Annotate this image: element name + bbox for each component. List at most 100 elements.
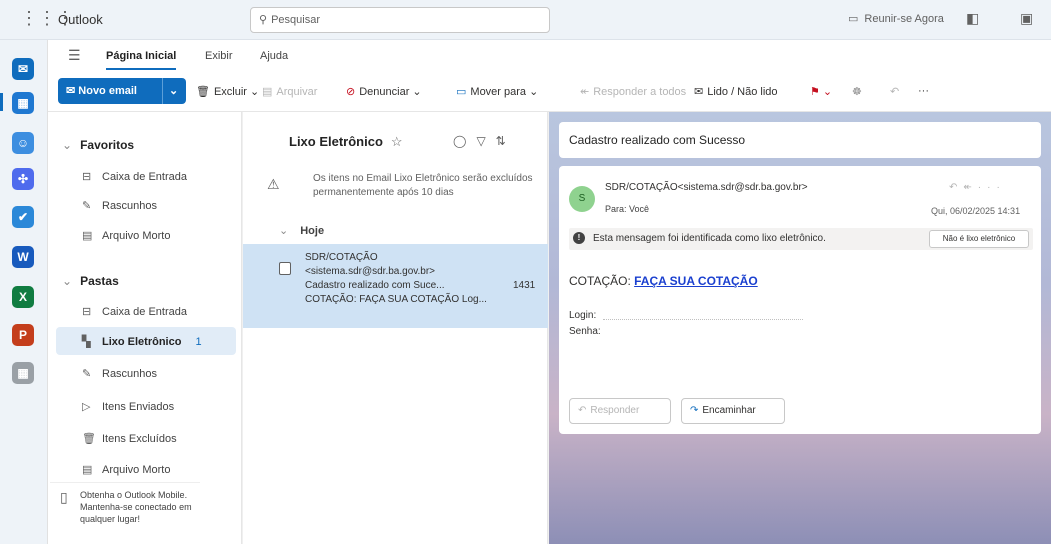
folders-header[interactable]: ⌄ Pastas — [62, 274, 119, 288]
forward-button[interactable]: ↷ Encaminhar — [681, 398, 785, 424]
todo-icon[interactable]: ✔ — [12, 206, 34, 228]
move-to-button[interactable]: ▭ Mover para ⌄ — [456, 85, 538, 98]
fav-inbox-label: Caixa de Entrada — [102, 171, 187, 183]
message-checkbox[interactable] — [279, 262, 291, 275]
favorites-header[interactable]: ⌄ Favoritos — [62, 138, 134, 152]
chevron-down-icon: ⌄ — [62, 138, 73, 152]
folder-archive-label: Arquivo Morto — [102, 464, 171, 476]
new-email-icon: ✉ — [66, 85, 76, 97]
email-date: Qui, 06/02/2025 14:31 — [931, 206, 1021, 216]
password-label: Senha: — [569, 326, 601, 337]
archive-icon: ▤ — [82, 230, 93, 242]
tab-view[interactable]: Exibir — [205, 50, 233, 62]
quote-link[interactable]: FAÇA SUA COTAÇÃO — [634, 274, 758, 288]
chevron-down-icon: ⌄ — [62, 274, 73, 288]
email-card: S SDR/COTAÇÃO<sistema.sdr@sdr.ba.gov.br>… — [559, 166, 1041, 434]
group-header-today[interactable]: ⌄ Hoje — [279, 224, 324, 237]
reply-icon[interactable]: ↶ — [949, 182, 963, 193]
email-sender[interactable]: SDR/COTAÇÃO<sistema.sdr@sdr.ba.gov.br> — [605, 182, 808, 193]
list-tools: ◯▽⇅ — [453, 134, 516, 148]
body-prefix: COTAÇÃO: — [569, 274, 631, 288]
powerpoint-icon[interactable]: P — [12, 324, 34, 346]
folder-sent[interactable]: ▷ Itens Enviados — [82, 400, 174, 413]
folder-inbox[interactable]: ⊟ Caixa de Entrada — [82, 305, 187, 318]
more-options-icon[interactable]: ··· — [918, 85, 929, 97]
star-icon[interactable]: ☆ — [391, 134, 403, 149]
mail-icon[interactable]: ✉ — [12, 58, 34, 80]
message-item[interactable]: SDR/COTAÇÃO <sistema.sdr@sdr.ba.gov.br> … — [243, 244, 548, 328]
folder-archive[interactable]: ▤ Arquivo Morto — [82, 463, 170, 476]
word-icon[interactable]: W — [12, 246, 34, 268]
tab-home[interactable]: Página Inicial — [106, 50, 177, 70]
search-placeholder: Pesquisar — [271, 14, 320, 26]
email-recipient: Para: Você — [605, 204, 650, 214]
meet-now-label: Reunir-se Agora — [864, 13, 944, 25]
folder-drafts[interactable]: ✎ Rascunhos — [82, 367, 157, 380]
login-value-line — [603, 319, 803, 320]
report-icon: ⊘ — [346, 86, 356, 98]
reply-all-button[interactable]: ↞ Responder a todos — [580, 85, 686, 98]
junk-icon: ▚ — [82, 336, 91, 348]
tab-help[interactable]: Ajuda — [260, 50, 288, 62]
reply-all-icon[interactable]: ↞ — [963, 182, 977, 193]
reply-label: Responder — [590, 405, 640, 416]
fav-drafts-label: Rascunhos — [102, 200, 158, 212]
promo-text: Obtenha o Outlook Mobile. Mantenha-se co… — [80, 490, 192, 524]
fav-archive[interactable]: ▤ Arquivo Morto — [82, 229, 170, 242]
list-title-label: Lixo Eletrônico — [289, 134, 383, 149]
folder-inbox-label: Caixa de Entrada — [102, 306, 187, 318]
not-junk-button[interactable]: Não é lixo eletrônico — [929, 230, 1029, 248]
flag-button[interactable]: ⚑ ⌄ — [810, 85, 832, 98]
archive-icon: ▤ — [262, 86, 273, 98]
reply-all-label: Responder a todos — [593, 86, 687, 98]
trash-icon: 🗑 — [82, 433, 96, 445]
bug-icon[interactable]: ☸ — [852, 85, 862, 98]
folder-deleted-label: Itens Excluídos — [102, 433, 177, 445]
warning-icon: ⚠ — [267, 176, 280, 192]
fav-archive-label: Arquivo Morto — [102, 230, 171, 242]
drafts-icon: ✎ — [82, 200, 92, 212]
ribbon-toolbar: ✉ Novo email ⌄ 🗑 Excluir ⌄ ▤ Arquivar ⊘ Den… — [48, 70, 1051, 112]
excel-icon[interactable]: X — [12, 286, 34, 308]
undo-icon[interactable]: ↶ — [890, 85, 899, 98]
search-input[interactable]: ⚲ Pesquisar — [250, 7, 550, 33]
archive-icon: ▤ — [82, 464, 93, 476]
avatar[interactable]: S — [569, 186, 595, 212]
folder-deleted[interactable]: 🗑 Itens Excluídos — [82, 432, 177, 445]
groups-icon[interactable]: ✣ — [12, 168, 34, 190]
email-actions: ↶↞··· — [949, 182, 1006, 193]
more-apps-icon[interactable]: ▦ — [12, 362, 34, 384]
report-button[interactable]: ⊘ Denunciar ⌄ — [346, 85, 422, 98]
teams-icon[interactable]: ◧ — [966, 10, 979, 27]
drafts-icon: ✎ — [82, 368, 92, 380]
new-email-button[interactable]: ✉ Novo email ⌄ — [58, 78, 186, 104]
filter-icon[interactable]: ▽ — [476, 134, 495, 148]
new-email-dropdown-icon[interactable]: ⌄ — [169, 84, 178, 97]
fav-drafts[interactable]: ✎ Rascunhos — [82, 199, 157, 212]
phone-icon: ▯ — [60, 489, 68, 505]
info-icon: ! — [573, 232, 585, 244]
message-sender: SDR/COTAÇÃO — [305, 252, 378, 263]
mobile-promo[interactable]: ▯ Obtenha o Outlook Mobile. Mantenha-se … — [50, 482, 200, 544]
folder-junk[interactable]: ▚ Lixo Eletrônico 1 — [82, 335, 202, 348]
folder-pane: ⌄ Favoritos ⊟ Caixa de Entrada ✎ Rascunhos … — [48, 112, 242, 544]
read-unread-button[interactable]: ✉ Lido / Não lido — [694, 85, 778, 98]
calendar-icon[interactable]: ▦ — [12, 92, 34, 114]
archive-label: Arquivar — [276, 86, 318, 98]
sort-icon[interactable]: ⇅ — [496, 134, 516, 148]
junk-warning-text: Esta mensagem foi identificada como lixo… — [593, 233, 826, 244]
unread-count: 1 — [195, 336, 202, 348]
message-preview: COTAÇÃO: FAÇA SUA COTAÇÃO Log... — [305, 294, 487, 305]
delete-button[interactable]: 🗑 Excluir ⌄ — [196, 85, 259, 98]
people-icon[interactable]: ☺ — [12, 132, 34, 154]
reply-button[interactable]: ↶ Responder — [569, 398, 671, 424]
archive-button[interactable]: ▤ Arquivar — [262, 85, 317, 98]
select-icon[interactable]: ◯ — [453, 134, 476, 148]
meet-now-button[interactable]: ▭ Reunir-se Agora — [848, 12, 944, 25]
more-options-icon[interactable]: ··· — [978, 182, 1006, 193]
settings-icon[interactable]: ▣ — [1020, 10, 1033, 27]
folder-drafts-label: Rascunhos — [102, 368, 158, 380]
menu-icon[interactable]: ☰ — [68, 47, 81, 64]
message-subject: Cadastro realizado com Suce... — [305, 280, 445, 291]
fav-inbox[interactable]: ⊟ Caixa de Entrada — [82, 170, 187, 183]
